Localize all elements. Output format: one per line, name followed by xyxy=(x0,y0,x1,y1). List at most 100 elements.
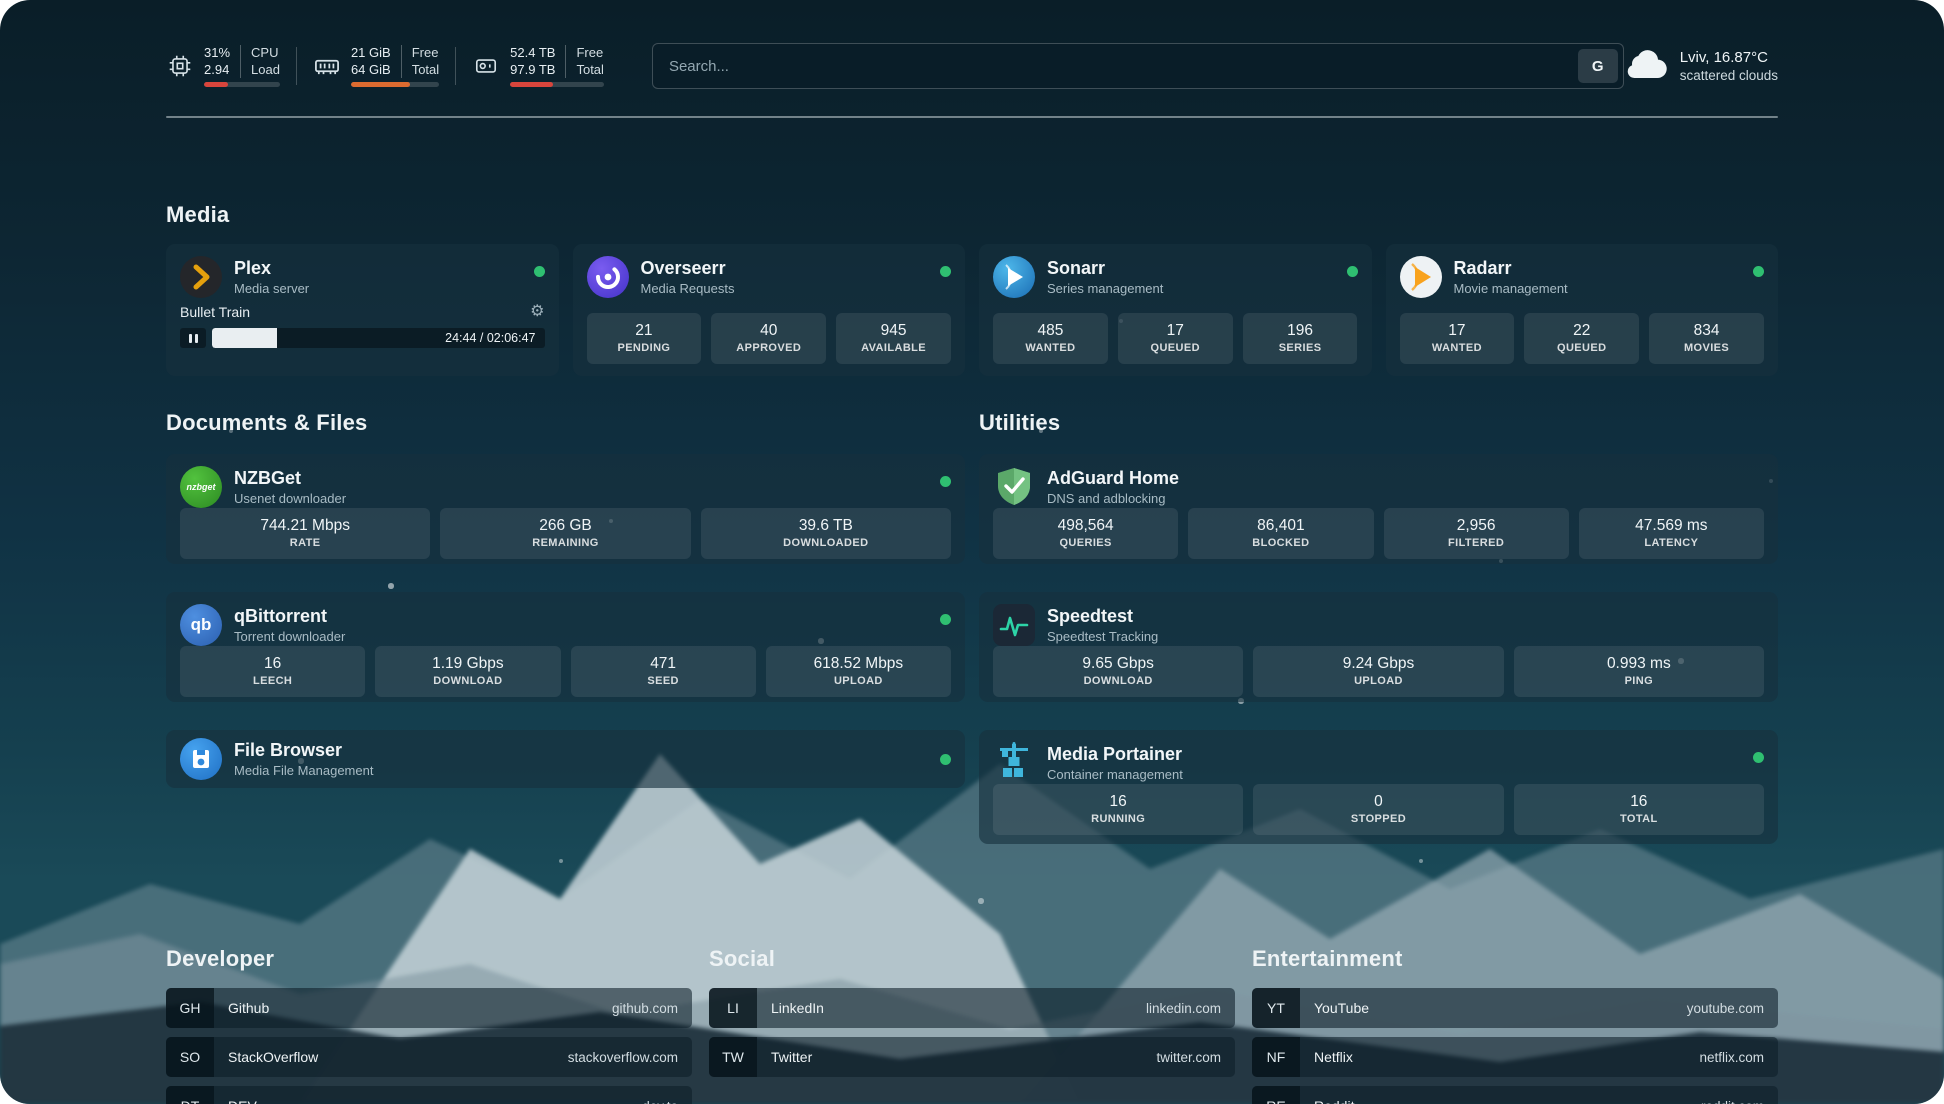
qbittorrent-icon: qb xyxy=(180,604,222,646)
stat-value: 618.52 Mbps xyxy=(770,654,947,674)
top-bar: 31% 2.94 CPU Load xyxy=(166,0,1778,98)
gear-icon[interactable]: ⚙ xyxy=(530,304,544,320)
stat-label: UPLOAD xyxy=(1257,674,1499,689)
radarr-card[interactable]: Radarr Movie management 17WANTED 22QUEUE… xyxy=(1386,244,1779,376)
playback-progress-bar[interactable]: 24:44 / 02:06:47 xyxy=(212,328,545,348)
search-engine-button[interactable]: G xyxy=(1578,49,1618,83)
weather-condition: scattered clouds xyxy=(1680,68,1778,83)
stat-value: 47.569 ms xyxy=(1583,516,1760,536)
bookmark-reddit[interactable]: RE Reddit reddit.com xyxy=(1252,1086,1778,1104)
stat-box: 471SEED xyxy=(571,646,756,697)
section-developer: Developer GH Github github.com SO StackO… xyxy=(166,946,692,1104)
stat-value: 1.19 Gbps xyxy=(379,654,556,674)
section-social: Social LI LinkedIn linkedin.com TW Twitt… xyxy=(709,946,1235,1086)
app-title: Overseerr xyxy=(641,258,735,279)
disk-total-value: 97.9 TB xyxy=(510,62,555,78)
ram-free-value: 21 GiB xyxy=(351,45,391,61)
adguard-icon xyxy=(993,466,1035,508)
app-title: Speedtest xyxy=(1047,606,1158,627)
bookmark-linkedin[interactable]: LI LinkedIn linkedin.com xyxy=(709,988,1235,1028)
stat-value: 16 xyxy=(184,654,361,674)
bookmark-url: stackoverflow.com xyxy=(568,1050,678,1065)
bookmark-youtube[interactable]: YT YouTube youtube.com xyxy=(1252,988,1778,1028)
stat-label: AVAILABLE xyxy=(840,341,947,356)
sonarr-card[interactable]: Sonarr Series management 485WANTED 17QUE… xyxy=(979,244,1372,376)
stat-value: 0 xyxy=(1257,792,1499,812)
bookmark-url: netflix.com xyxy=(1699,1050,1764,1065)
nzbget-icon: nzbget xyxy=(180,466,222,508)
cpu-label: CPU xyxy=(251,45,280,61)
stat-label: RATE xyxy=(184,536,426,551)
pause-button[interactable] xyxy=(180,328,206,348)
bookmark-url: youtube.com xyxy=(1687,1001,1764,1016)
stat-box: 834MOVIES xyxy=(1649,313,1764,364)
media-grid: Plex Media server Bullet Train ⚙ 24:4 xyxy=(166,244,1778,376)
ram-labels: Free Total xyxy=(412,45,439,78)
app-subtitle: Series management xyxy=(1047,281,1163,296)
disk-free-label: Free xyxy=(576,45,603,61)
divider xyxy=(401,45,402,78)
ram-values: 21 GiB 64 GiB xyxy=(351,45,391,78)
stat-box: 196SERIES xyxy=(1243,313,1358,364)
stat-label: LEECH xyxy=(184,674,361,689)
bookmark-twitter[interactable]: TW Twitter twitter.com xyxy=(709,1037,1235,1077)
bookmark-name: Twitter xyxy=(771,1049,812,1065)
filebrowser-card[interactable]: File Browser Media File Management xyxy=(166,730,965,788)
status-dot xyxy=(1753,266,1764,277)
bookmark-abbr: LI xyxy=(709,988,757,1028)
overseerr-card[interactable]: Overseerr Media Requests 21PENDING 40APP… xyxy=(573,244,966,376)
stat-box: 945AVAILABLE xyxy=(836,313,951,364)
stat-box: 0.993 msPING xyxy=(1514,646,1764,697)
stat-box: 9.24 GbpsUPLOAD xyxy=(1253,646,1503,697)
section-title-developer: Developer xyxy=(166,946,692,972)
playback-time: 24:44 / 02:06:47 xyxy=(445,328,535,348)
stat-label: DOWNLOADED xyxy=(705,536,947,551)
stat-value: 266 GB xyxy=(444,516,686,536)
search-input[interactable] xyxy=(667,57,1578,76)
adguard-card[interactable]: AdGuard Home DNS and adblocking 498,564Q… xyxy=(979,454,1778,564)
stat-label: RUNNING xyxy=(997,812,1239,827)
qbittorrent-card[interactable]: qb qBittorrent Torrent downloader 16LEEC… xyxy=(166,592,965,702)
section-title-documents: Documents & Files xyxy=(166,410,965,436)
bookmark-url: dev.to xyxy=(642,1099,678,1104)
section-title-social: Social xyxy=(709,946,1235,972)
ram-total-label: Total xyxy=(412,62,439,78)
stat-label: TOTAL xyxy=(1518,812,1760,827)
bookmark-url: linkedin.com xyxy=(1146,1001,1221,1016)
stat-label: STOPPED xyxy=(1257,812,1499,827)
divider xyxy=(565,45,566,78)
cpu-load-label: Load xyxy=(251,62,280,78)
bookmark-github[interactable]: GH Github github.com xyxy=(166,988,692,1028)
app-title: Radarr xyxy=(1454,258,1568,279)
ram-usage-bar xyxy=(351,82,439,87)
cpu-values: 31% 2.94 xyxy=(204,45,230,78)
stat-box: 2,956FILTERED xyxy=(1384,508,1569,559)
bookmark-url: reddit.com xyxy=(1701,1099,1764,1104)
nzbget-card[interactable]: nzbget NZBGet Usenet downloader 744.21 M… xyxy=(166,454,965,564)
plex-card[interactable]: Plex Media server Bullet Train ⚙ 24:4 xyxy=(166,244,559,376)
speedtest-card[interactable]: Speedtest Speedtest Tracking 9.65 GbpsDO… xyxy=(979,592,1778,702)
bookmark-netflix[interactable]: NF Netflix netflix.com xyxy=(1252,1037,1778,1077)
ram-total-value: 64 GiB xyxy=(351,62,391,78)
disk-usage-fill xyxy=(510,82,553,87)
stat-value: 40 xyxy=(715,321,822,341)
now-playing-title: Bullet Train xyxy=(180,304,250,320)
stat-label: LATENCY xyxy=(1583,536,1760,551)
portainer-card[interactable]: Media Portainer Container management 16R… xyxy=(979,730,1778,844)
search-box: G xyxy=(652,43,1624,89)
stat-label: SERIES xyxy=(1247,341,1354,356)
app-subtitle: DNS and adblocking xyxy=(1047,491,1179,506)
disk-monitor: 52.4 TB 97.9 TB Free Total xyxy=(472,45,604,87)
divider xyxy=(455,47,456,85)
app-subtitle: Speedtest Tracking xyxy=(1047,629,1158,644)
bookmark-stackoverflow[interactable]: SO StackOverflow stackoverflow.com xyxy=(166,1037,692,1077)
ram-free-label: Free xyxy=(412,45,439,61)
playback-progress-fill xyxy=(212,328,277,348)
stat-value: 21 xyxy=(591,321,698,341)
divider xyxy=(296,47,297,85)
bookmark-dev[interactable]: DT DEV dev.to xyxy=(166,1086,692,1104)
disk-icon xyxy=(472,52,500,80)
weather-widget[interactable]: Lviv, 16.87°C scattered clouds xyxy=(1624,48,1778,85)
stat-box: 618.52 MbpsUPLOAD xyxy=(766,646,951,697)
stat-box: 16RUNNING xyxy=(993,784,1243,835)
